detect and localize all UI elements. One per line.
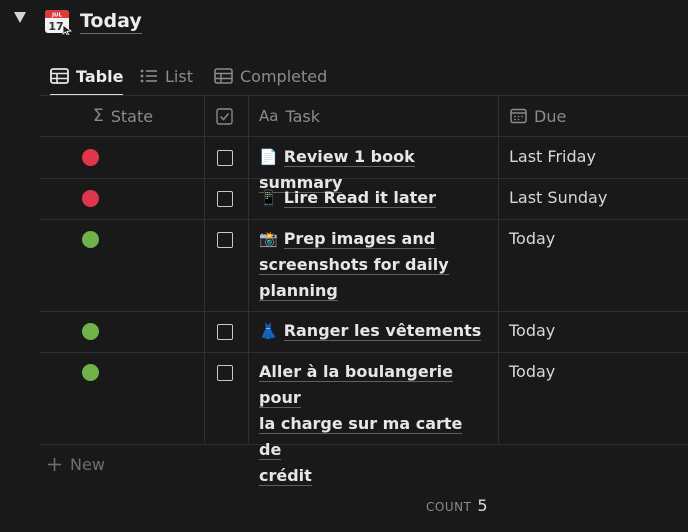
column-header-due-label: Due [534,106,567,126]
done-checkbox[interactable] [217,232,233,248]
due-date[interactable]: Last Sunday [509,185,607,211]
sigma-icon: Σ [93,106,104,126]
column-header-task[interactable]: Aa Task [259,95,320,137]
column-header-state-label: State [110,106,154,126]
done-checkbox[interactable] [217,191,233,207]
add-new-row-button[interactable]: New [47,455,105,474]
tab-list-label: List [165,66,193,86]
table-row[interactable]: 👗 Ranger les vêtements Today [40,312,688,352]
column-header-done[interactable] [216,95,233,137]
list-icon [140,69,157,83]
due-date[interactable]: Today [509,359,555,385]
collapse-toggle-icon[interactable] [14,12,26,23]
phone-icon: 📱 [259,189,278,207]
plus-icon [48,458,61,471]
view-tabs: Table List Completed [40,58,688,96]
row-count[interactable]: COUNT 5 [426,496,488,515]
state-indicator-red [82,190,99,207]
page-title[interactable]: Today [80,9,142,34]
tab-completed-label: Completed [240,66,328,86]
calendar-month-label: JUL [51,13,63,19]
task-title[interactable]: Aller à la boulangerie pour la charge su… [259,359,487,489]
table-row[interactable]: 📄 Review 1 book summary Last Friday [40,137,688,193]
state-indicator-green [82,323,99,340]
table-row[interactable]: Aller à la boulangerie pour la charge su… [40,353,688,486]
table-icon [214,68,233,84]
state-indicator-green [82,231,99,248]
count-value: 5 [477,496,489,515]
calendar-icon: JUL 17 [45,10,72,35]
date-calendar-icon [510,108,527,124]
done-checkbox[interactable] [217,324,233,340]
due-date[interactable]: Today [509,318,555,344]
table-row[interactable]: 📱 Lire Read it later Last Sunday [40,179,688,219]
table-row[interactable]: 📸 Prep images and screenshots for daily p… [40,220,688,311]
done-checkbox[interactable] [217,365,233,381]
add-new-label: New [70,455,105,474]
dress-icon: 👗 [259,322,278,340]
table-icon [50,68,69,84]
task-title[interactable]: 👗 Ranger les vêtements [259,318,499,344]
count-label: COUNT [426,500,472,514]
tab-completed[interactable]: Completed [214,58,327,94]
tab-table-label: Table [76,66,124,86]
camera-flash-icon: 📸 [259,230,278,248]
calendar-day-label: 17 [48,20,63,33]
tab-list[interactable]: List [140,58,193,94]
task-title[interactable]: 📸 Prep images and screenshots for daily p… [259,226,487,304]
due-date[interactable]: Last Friday [509,144,596,170]
document-icon: 📄 [259,148,278,166]
checkbox-column-icon [216,107,233,125]
due-date[interactable]: Today [509,226,555,252]
tab-table[interactable]: Table [50,58,124,96]
text-type-icon: Aa [259,107,279,125]
state-indicator-red [82,149,99,166]
column-header-due[interactable]: Due [510,95,566,137]
state-indicator-green [82,364,99,381]
done-checkbox[interactable] [217,150,233,166]
column-header-task-label: Task [285,106,320,126]
column-header-state[interactable]: Σ State [93,95,153,137]
task-title[interactable]: 📱 Lire Read it later [259,185,499,211]
